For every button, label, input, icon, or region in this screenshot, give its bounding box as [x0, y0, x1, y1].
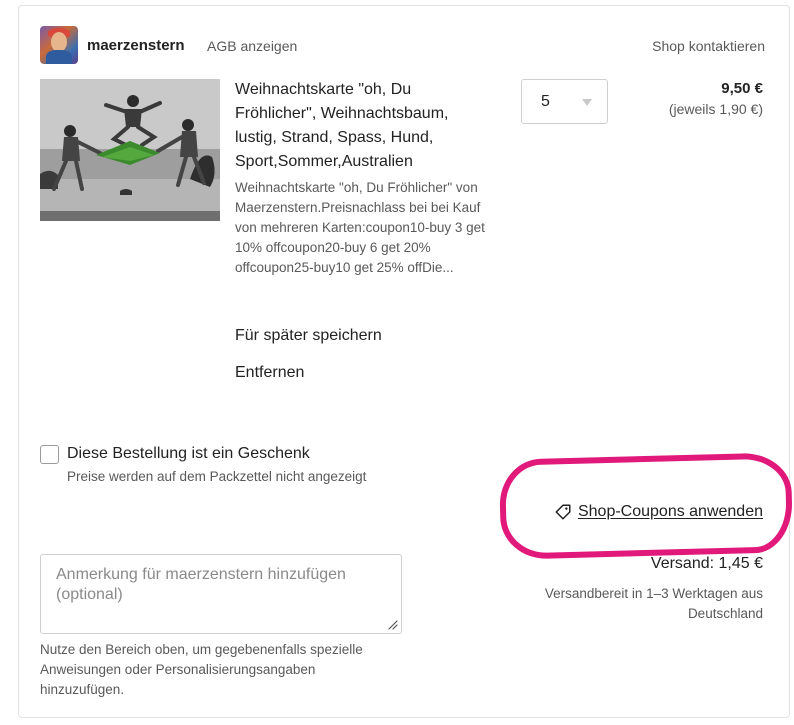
product-photo-illustration — [40, 79, 220, 221]
agb-link[interactable]: AGB anzeigen — [207, 38, 297, 54]
highlight-annotation — [498, 452, 794, 560]
quantity-select[interactable]: 5 — [521, 79, 608, 124]
note-to-seller-field[interactable] — [40, 554, 402, 634]
item-description: Weihnachtskarte "oh, Du Fröhlicher" von … — [235, 180, 485, 275]
quantity-value: 5 — [541, 93, 550, 110]
unit-price: (jeweils 1,90 €) — [668, 101, 763, 117]
save-for-later-link[interactable]: Für später speichern — [235, 327, 382, 345]
gift-checkbox[interactable] — [40, 445, 59, 464]
contact-shop-link[interactable]: Shop kontaktieren — [652, 38, 765, 54]
gift-label[interactable]: Diese Bestellung ist ein Geschenk — [67, 445, 310, 463]
item-price: 9,50 € — [721, 80, 763, 97]
gift-note: Preise werden auf dem Packzettel nicht a… — [67, 469, 367, 484]
shop-header: maerzenstern AGB anzeigen Shop kontaktie… — [40, 26, 765, 66]
item-title[interactable]: Weihnachtskarte "oh, Du Fröhlicher", Wei… — [235, 78, 485, 174]
product-image[interactable] — [40, 79, 220, 221]
note-help-text: Nutze den Bereich oben, um gegebenenfall… — [40, 642, 363, 697]
remove-link[interactable]: Entfernen — [235, 364, 304, 382]
chevron-down-icon — [582, 99, 592, 106]
shop-avatar[interactable] — [40, 26, 78, 64]
shipping-ready-info: Versandbereit in 1–3 Werktagen aus Deuts… — [544, 586, 763, 621]
shop-name[interactable]: maerzenstern — [87, 37, 185, 54]
gift-option: Diese Bestellung ist ein Geschenk Preise… — [40, 445, 440, 485]
shipping-cost: Versand: 1,45 € — [650, 555, 763, 572]
resize-grip-icon[interactable] — [386, 618, 398, 630]
